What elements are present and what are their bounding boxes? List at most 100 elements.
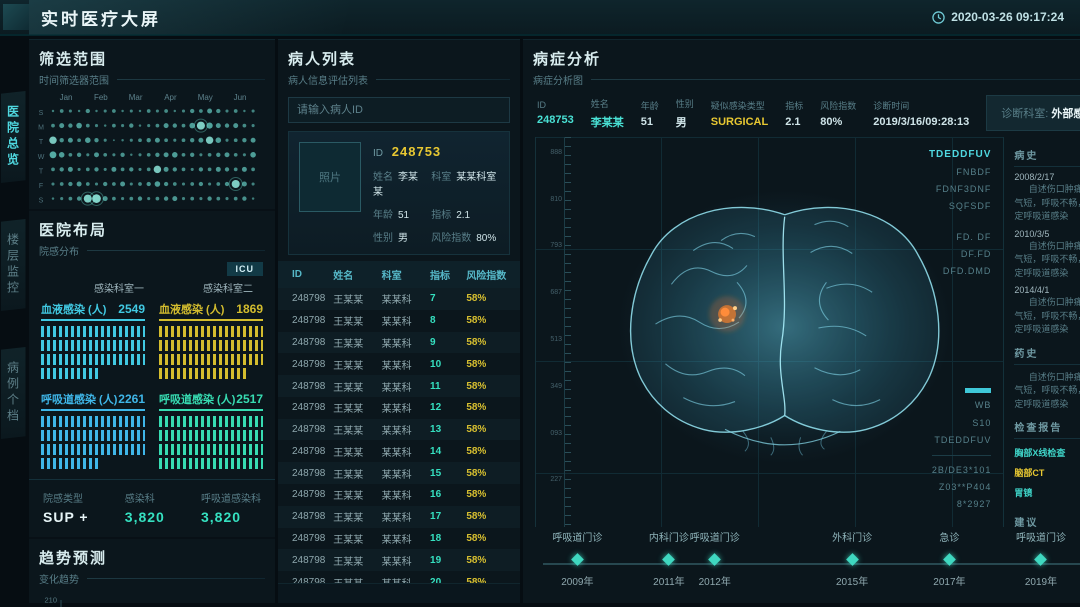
info-field-value: 李某某 <box>591 114 624 130</box>
infection-blocks: 血液感染 (人)2549血液感染 (人)1869呼吸道感染 (人)2261呼吸道… <box>29 299 275 469</box>
timeline-point-3[interactable]: 呼吸道门诊2012年 <box>670 529 760 588</box>
dept-header-1: 感染科室一 <box>43 280 152 295</box>
field-label: 科室 <box>431 172 451 183</box>
time-filter-punch-chart[interactable]: JanFebMarAprMayJunSMTWTFS <box>33 91 271 209</box>
table-cell: 王某某 <box>331 353 379 375</box>
history-entry-date: 2014/4/1 <box>1014 285 1080 295</box>
timeline-point-5[interactable]: 急诊2017年 <box>904 529 994 588</box>
table-cell: 248798 <box>278 528 331 550</box>
table-row[interactable]: 248798王某某某某科1158% <box>278 375 520 397</box>
clock-icon <box>932 11 945 24</box>
infection-label: 呼吸道感染 (人) <box>159 391 235 407</box>
table-cell: 某某科 <box>380 506 428 528</box>
table-header-3: 科室 <box>380 261 428 288</box>
info-field-7: 风险指数80% <box>820 99 856 128</box>
table-row[interactable]: 248798王某某某某科758% <box>278 288 520 310</box>
header: 实时医疗大屏 2020-03-26 09:17:24 <box>0 0 1080 36</box>
search-wrap <box>288 97 510 123</box>
table-cell: 58% <box>464 528 520 550</box>
field-label: 指标 <box>431 210 451 221</box>
info-field-label: 年龄 <box>641 99 659 112</box>
table-row[interactable]: 248798王某某某某科1058% <box>278 353 520 375</box>
timeline-visit-label: 呼吸道门诊 <box>996 529 1080 551</box>
info-field-label: 风险指数 <box>820 99 856 112</box>
svg-text:S: S <box>39 110 44 117</box>
report-link[interactable]: 胃镜 <box>1014 486 1080 499</box>
layout-panel-subtitle: 院感分布 <box>39 243 79 258</box>
timeline-point-6[interactable]: 呼吸道门诊2019年 <box>996 529 1080 588</box>
trend-area-chart[interactable]: 0428412616821001/0104/0107/0110/01 <box>35 592 269 607</box>
info-field-value: 2019/3/16/09:28:13 <box>873 116 969 128</box>
table-cell: 58% <box>464 462 520 484</box>
table-cell: 某某科 <box>380 462 428 484</box>
table-row[interactable]: 248798王某某某某科1558% <box>278 462 520 484</box>
timeline-point-1[interactable]: 呼吸道门诊2009年 <box>532 529 622 588</box>
table-row[interactable]: 248798王某某某某科1358% <box>278 419 520 441</box>
infection-block-head: 呼吸道感染 (人)2517 <box>159 391 263 411</box>
table-row[interactable]: 248798王某某某某科1958% <box>278 549 520 571</box>
layout-stat-1: 院感类型SUP + <box>43 490 89 525</box>
patient-id-search-input[interactable] <box>288 97 510 123</box>
table-cell: 王某某 <box>331 528 379 550</box>
patient-id-row: ID 248753 <box>373 144 499 159</box>
table-cell: 58% <box>464 332 520 354</box>
table-row[interactable]: 248798王某某某某科858% <box>278 310 520 332</box>
timeline-year: 2015年 <box>807 573 897 588</box>
table-row[interactable]: 248798王某某某某科1458% <box>278 440 520 462</box>
patient-table-wrap: ID姓名科室指标风险指数 248798王某某某某科758%248798王某某某某… <box>278 261 520 583</box>
visit-timeline: 呼吸道门诊2009年内科门诊2011年呼吸道门诊2012年外科门诊2015年急诊… <box>543 529 1080 595</box>
table-cell: 20 <box>428 571 464 583</box>
filter-panel-subtitle: 时间筛选器范围 <box>39 72 109 87</box>
sidebar-tab-1[interactable]: 医院总览 <box>1 91 26 183</box>
svg-text:Feb: Feb <box>94 93 108 102</box>
sidebar-tab-2[interactable]: 楼层监控 <box>1 219 26 311</box>
table-cell: 18 <box>428 528 464 550</box>
table-row[interactable]: 248798王某某某某科2058% <box>278 571 520 583</box>
table-cell: 某某科 <box>380 353 428 375</box>
table-cell: 王某某 <box>331 440 379 462</box>
table-row[interactable]: 248798王某某某某科1658% <box>278 484 520 506</box>
table-cell: 王某某 <box>331 462 379 484</box>
history-entry-text: 自述伤口肿痛3天，胸闷气短，呼吸不畅，经诊断判定呼吸道感染 <box>1014 240 1080 281</box>
annotation-title: TDEDDFUV <box>929 145 991 164</box>
infection-block-head: 血液感染 (人)1869 <box>159 301 263 321</box>
table-cell: 248798 <box>278 506 331 528</box>
timeline-dot <box>846 553 859 566</box>
table-cell: 某某科 <box>380 288 428 310</box>
table-row[interactable]: 248798王某某某某科1758% <box>278 506 520 528</box>
table-row[interactable]: 248798王某某某某科1258% <box>278 397 520 419</box>
dept-headers: 感染科室一 感染科室二 <box>29 278 275 299</box>
icu-badge[interactable]: ICU <box>227 262 264 276</box>
report-link[interactable]: 胸部X线检查 <box>1014 446 1080 459</box>
table-cell: 某某科 <box>380 310 428 332</box>
table-row[interactable]: 248798王某某某某科958% <box>278 332 520 354</box>
pictograph-row <box>159 430 263 441</box>
patient-card[interactable]: 照片 ID 248753 姓名李某某科室某某科室年龄51指标2.1性别男风险指数… <box>288 131 510 255</box>
table-cell: 某某科 <box>380 484 428 506</box>
sidebar-tab-3[interactable]: 病例个档 <box>1 347 26 439</box>
history-title: 病史 <box>1014 139 1080 167</box>
report-link[interactable]: 脑部CT <box>1014 466 1080 479</box>
stat-value: SUP + <box>43 509 89 525</box>
pictograph-row <box>159 458 263 469</box>
pictograph-row <box>41 416 145 427</box>
infection-value: 2549 <box>118 302 145 316</box>
field-value: 51 <box>398 210 409 221</box>
table-cell: 11 <box>428 375 464 397</box>
timeline-point-4[interactable]: 外科门诊2015年 <box>807 529 897 588</box>
table-row[interactable]: 248798王某某某某科1858% <box>278 528 520 550</box>
table-cell: 13 <box>428 419 464 441</box>
table-cell: 248798 <box>278 549 331 571</box>
table-cell: 248798 <box>278 419 331 441</box>
patient-id-value: 248753 <box>392 144 441 159</box>
ruler-tick-label: 093 <box>536 430 562 437</box>
table-cell: 248798 <box>278 462 331 484</box>
field-label: 年龄 <box>373 210 393 221</box>
history-entry-date: 2008/2/17 <box>1014 172 1080 182</box>
infection-label: 呼吸道感染 (人) <box>41 391 117 407</box>
pictograph-row <box>41 368 101 379</box>
table-cell: 某某科 <box>380 571 428 583</box>
field-label: 姓名 <box>373 172 393 183</box>
info-field-4: 性别男 <box>676 97 694 130</box>
patient-photo: 照片 <box>299 142 361 212</box>
